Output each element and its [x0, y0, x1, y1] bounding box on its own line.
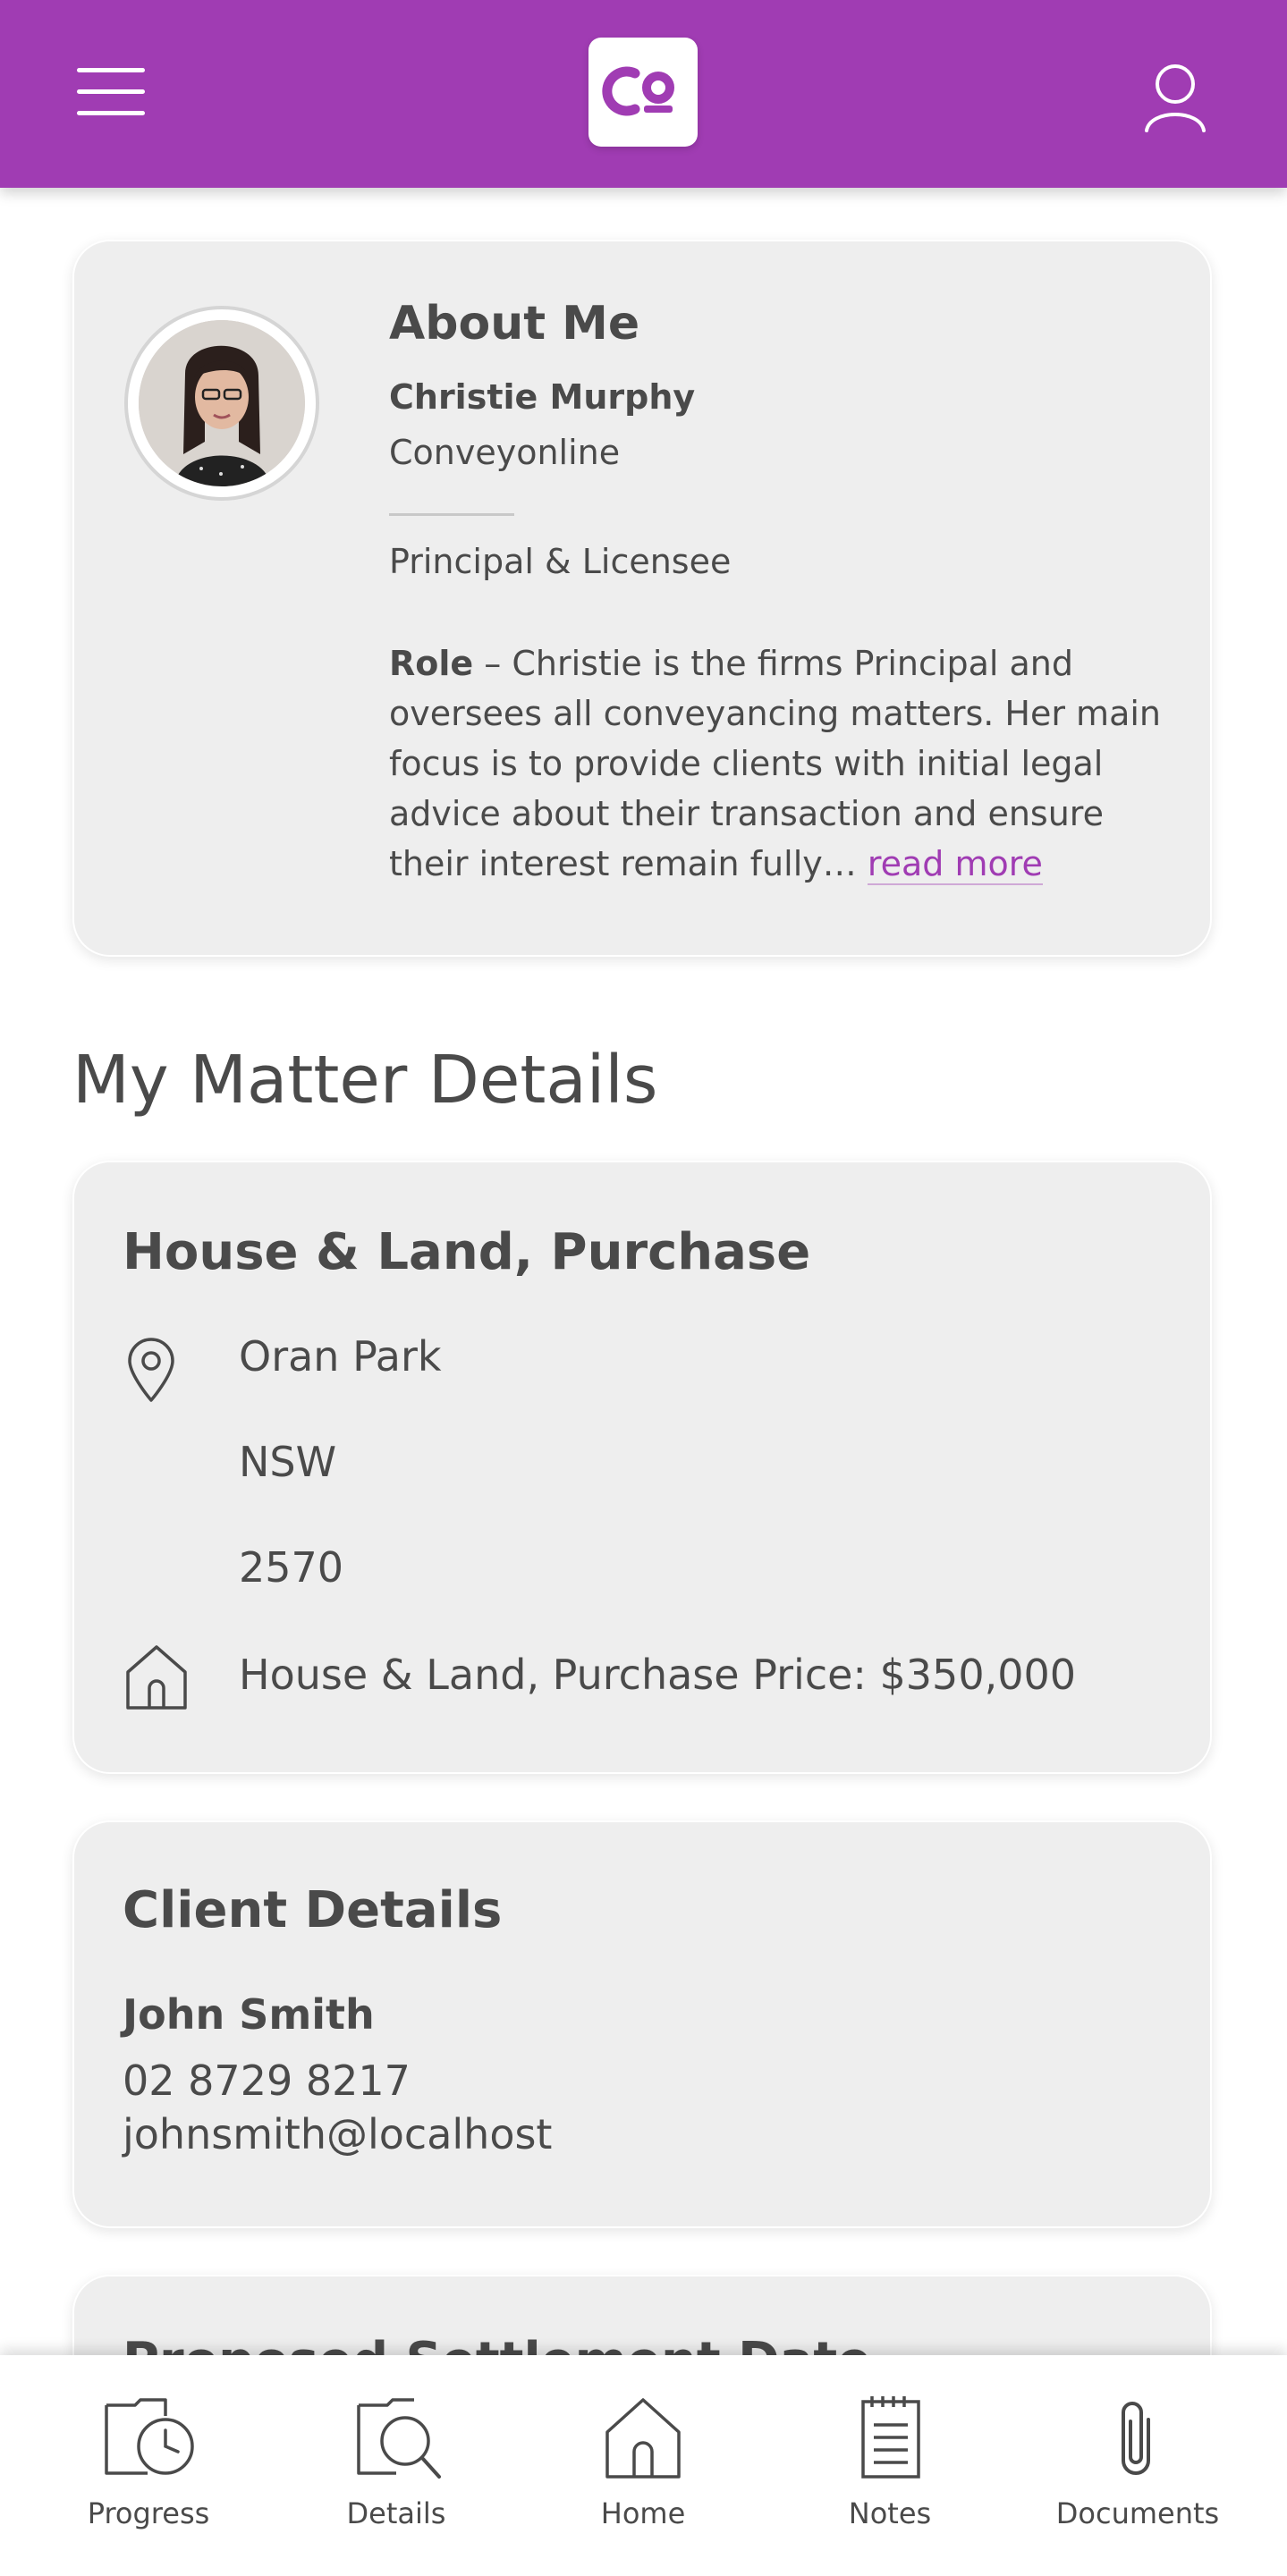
hamburger-icon-bar — [77, 111, 145, 115]
app-logo[interactable] — [588, 38, 698, 147]
location-pin-icon — [128, 1338, 174, 1402]
property-state: NSW — [239, 1438, 337, 1486]
app-header — [0, 0, 1287, 188]
matter-details-card: House & Land, Purchase Oran Park NSW 257… — [72, 1161, 1212, 1774]
documents-icon — [1122, 2402, 1150, 2475]
nav-label-details: Details — [346, 2496, 446, 2530]
property-postcode: 2570 — [239, 1543, 344, 1592]
user-icon — [1145, 64, 1206, 132]
client-phone[interactable]: 02 8729 8217 — [123, 2057, 411, 2105]
divider — [389, 513, 514, 516]
nav-label-progress: Progress — [87, 2496, 210, 2530]
agent-company: Conveyonline — [389, 433, 621, 472]
hamburger-icon — [77, 68, 145, 72]
section-title-matter-details: My Matter Details — [72, 1042, 658, 1119]
client-name: John Smith — [123, 1990, 375, 2039]
details-icon — [357, 2398, 441, 2479]
avatar-photo — [139, 320, 305, 486]
agent-bio: Role – Christie is the firms Principal a… — [389, 638, 1176, 889]
nav-details[interactable]: Details — [284, 2355, 508, 2576]
hamburger-menu-button[interactable] — [70, 59, 150, 123]
about-me-card: About Me Christie Murphy Conveyonline Pr… — [72, 240, 1212, 957]
hamburger-icon-bar — [77, 89, 145, 94]
notes-icon — [861, 2396, 920, 2479]
client-details-title: Client Details — [123, 1881, 503, 1939]
agent-position: Principal & Licensee — [389, 542, 732, 581]
agent-name: Christie Murphy — [389, 377, 696, 417]
about-me-title: About Me — [389, 297, 640, 351]
bottom-navigation: Progress Details Home Notes Documents — [0, 2355, 1287, 2576]
progress-icon — [105, 2398, 194, 2475]
logo-icon — [602, 66, 674, 116]
property-price: House & Land, Purchase Price: $350,000 — [239, 1651, 1077, 1699]
nav-documents[interactable]: Documents — [1026, 2355, 1249, 2576]
user-profile-button[interactable] — [1136, 57, 1216, 138]
person-photo-icon — [139, 320, 305, 486]
nav-label-documents: Documents — [1055, 2496, 1220, 2530]
home-icon — [605, 2398, 681, 2479]
house-icon — [126, 1645, 187, 1710]
bio-label: Role — [389, 644, 474, 683]
property-suburb: Oran Park — [239, 1332, 442, 1381]
read-more-link[interactable]: read more — [867, 844, 1043, 885]
client-email[interactable]: johnsmith@localhost — [123, 2110, 552, 2158]
bio-text: – Christie is the firms Principal and ov… — [389, 644, 1161, 883]
nav-home[interactable]: Home — [531, 2355, 755, 2576]
client-details-card: Client Details John Smith 02 8729 8217 j… — [72, 1820, 1212, 2228]
avatar — [124, 306, 319, 501]
nav-progress[interactable]: Progress — [37, 2355, 260, 2576]
nav-notes[interactable]: Notes — [778, 2355, 1002, 2576]
matter-type-title: House & Land, Purchase — [123, 1223, 811, 1281]
nav-label-notes: Notes — [848, 2496, 932, 2530]
nav-label-home: Home — [600, 2496, 686, 2530]
